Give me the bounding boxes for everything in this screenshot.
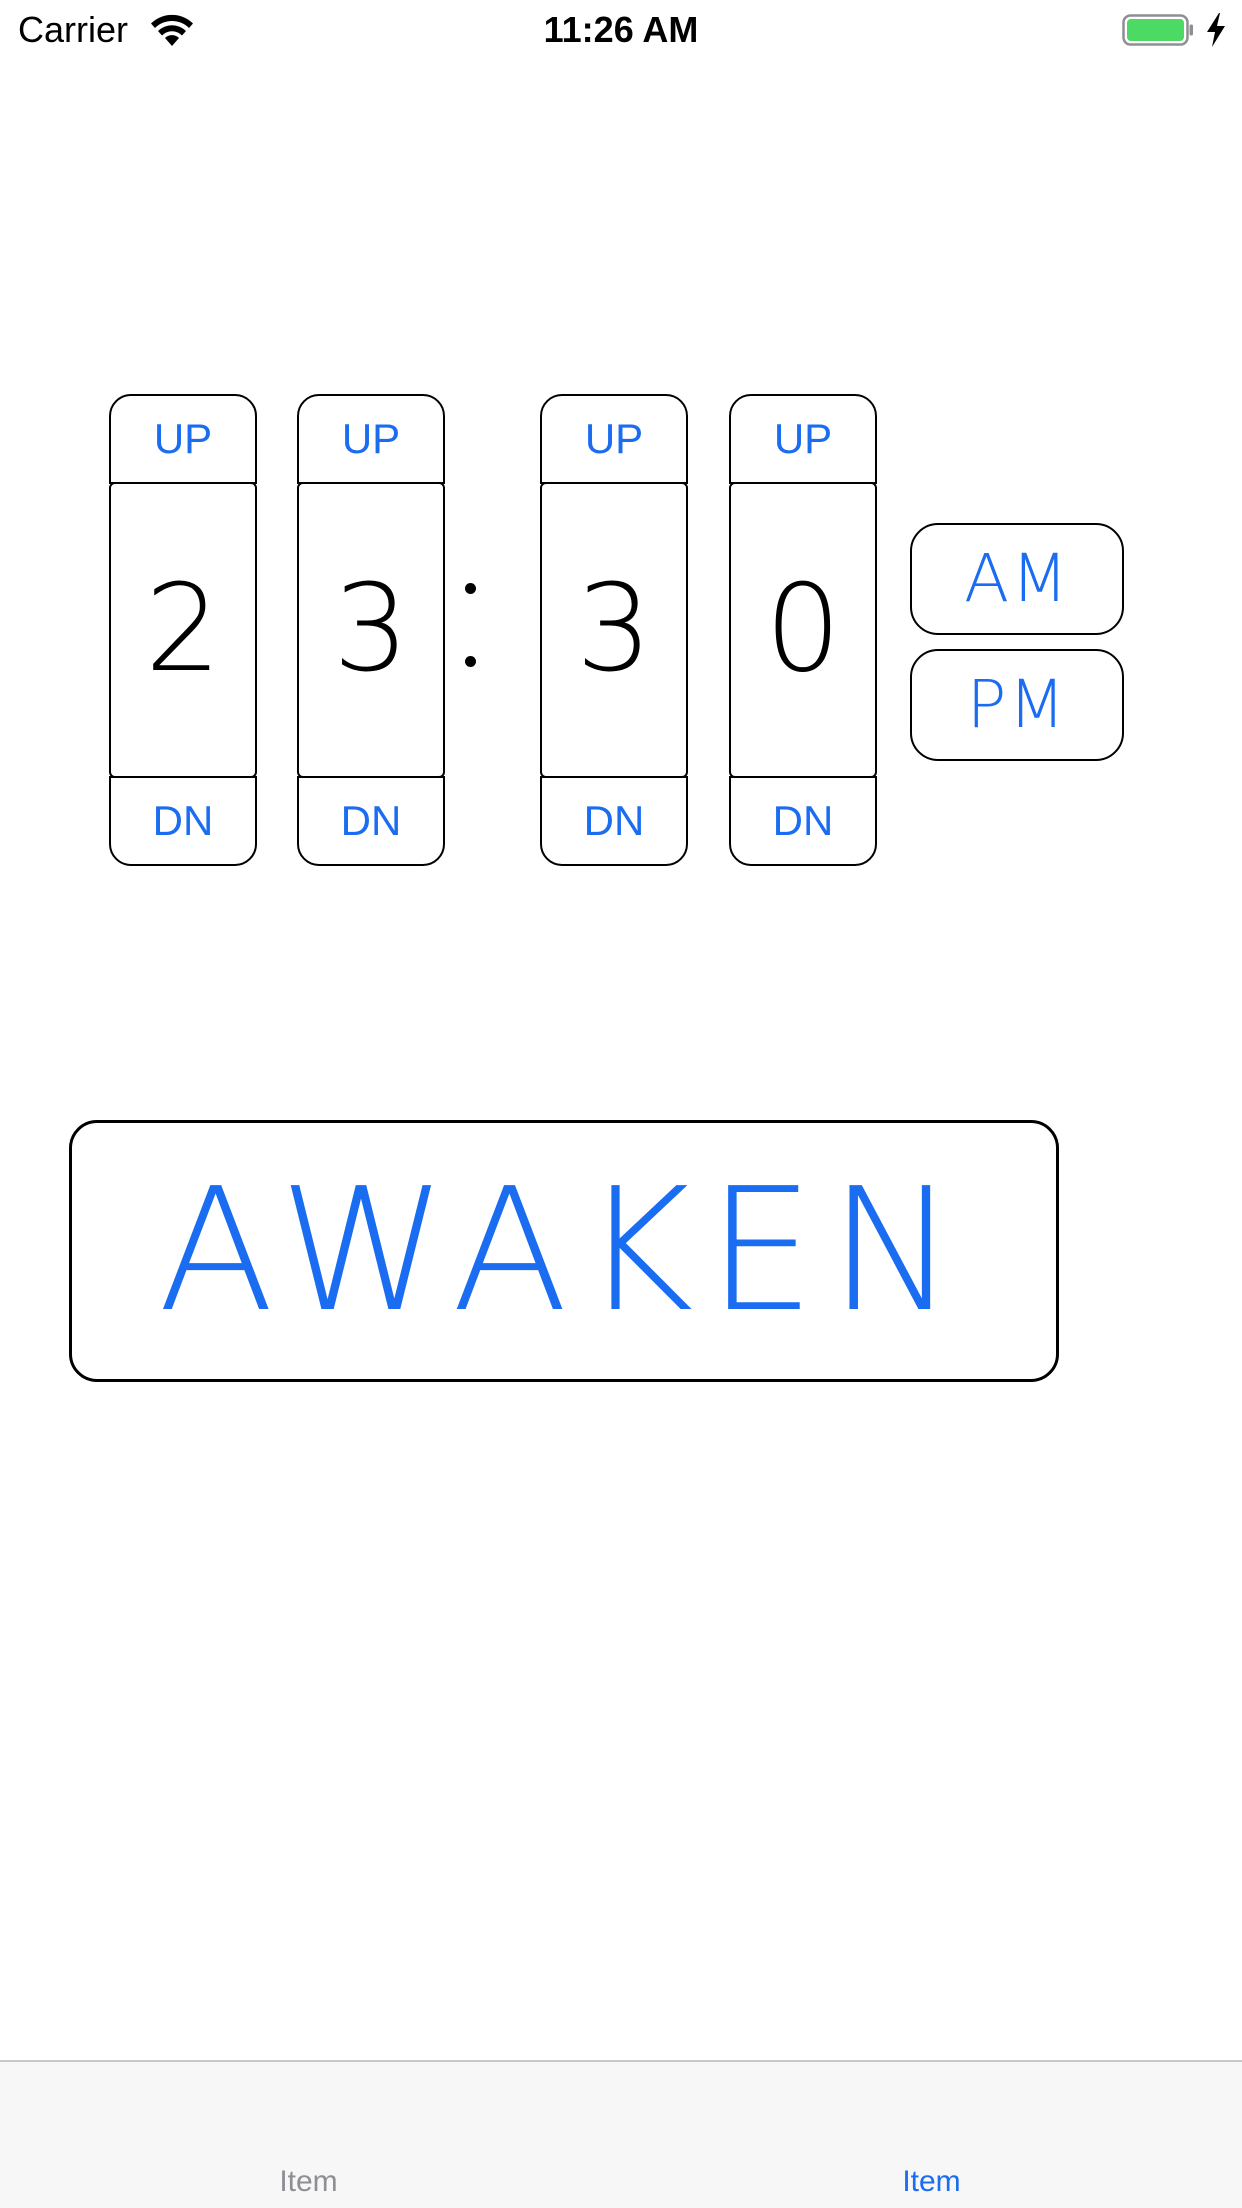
minute-tens-down-button[interactable]: DN [540, 776, 688, 866]
minute-ones-up-button[interactable]: UP [729, 394, 877, 484]
hour-ones-down-button[interactable]: DN [297, 776, 445, 866]
minute-tens-column: UP 3 DN [540, 394, 688, 866]
tab-bar: Item Item [0, 2060, 1242, 2208]
hour-tens-down-button[interactable]: DN [109, 776, 257, 866]
colon-dot-top [465, 583, 476, 594]
minute-ones-column: UP 0 DN [729, 394, 877, 866]
minute-tens-up-button[interactable]: UP [540, 394, 688, 484]
tab-item-1-label: Item [279, 2165, 338, 2198]
am-button[interactable]: AM [910, 523, 1124, 635]
hour-ones-digit: 3 [297, 482, 445, 778]
minute-ones-digit: 0 [729, 482, 877, 778]
time-colon-separator [463, 575, 479, 675]
hour-ones-up-button[interactable]: UP [297, 394, 445, 484]
hour-tens-up-button[interactable]: UP [109, 394, 257, 484]
tab-item-1[interactable]: Item [0, 2062, 621, 2208]
hour-ones-column: UP 3 DN [297, 394, 445, 866]
tab-item-2-label: Item [902, 2165, 961, 2198]
awaken-button[interactable]: AWAKEN [69, 1120, 1059, 1382]
time-picker: UP 2 DN UP 3 DN UP 3 DN UP 0 DN AM PM [0, 0, 1242, 900]
hour-tens-column: UP 2 DN [109, 394, 257, 866]
minute-tens-digit: 3 [540, 482, 688, 778]
minute-ones-down-button[interactable]: DN [729, 776, 877, 866]
hour-tens-digit: 2 [109, 482, 257, 778]
pm-button[interactable]: PM [910, 649, 1124, 761]
colon-dot-bottom [465, 656, 476, 667]
tab-item-2[interactable]: Item [621, 2062, 1242, 2208]
